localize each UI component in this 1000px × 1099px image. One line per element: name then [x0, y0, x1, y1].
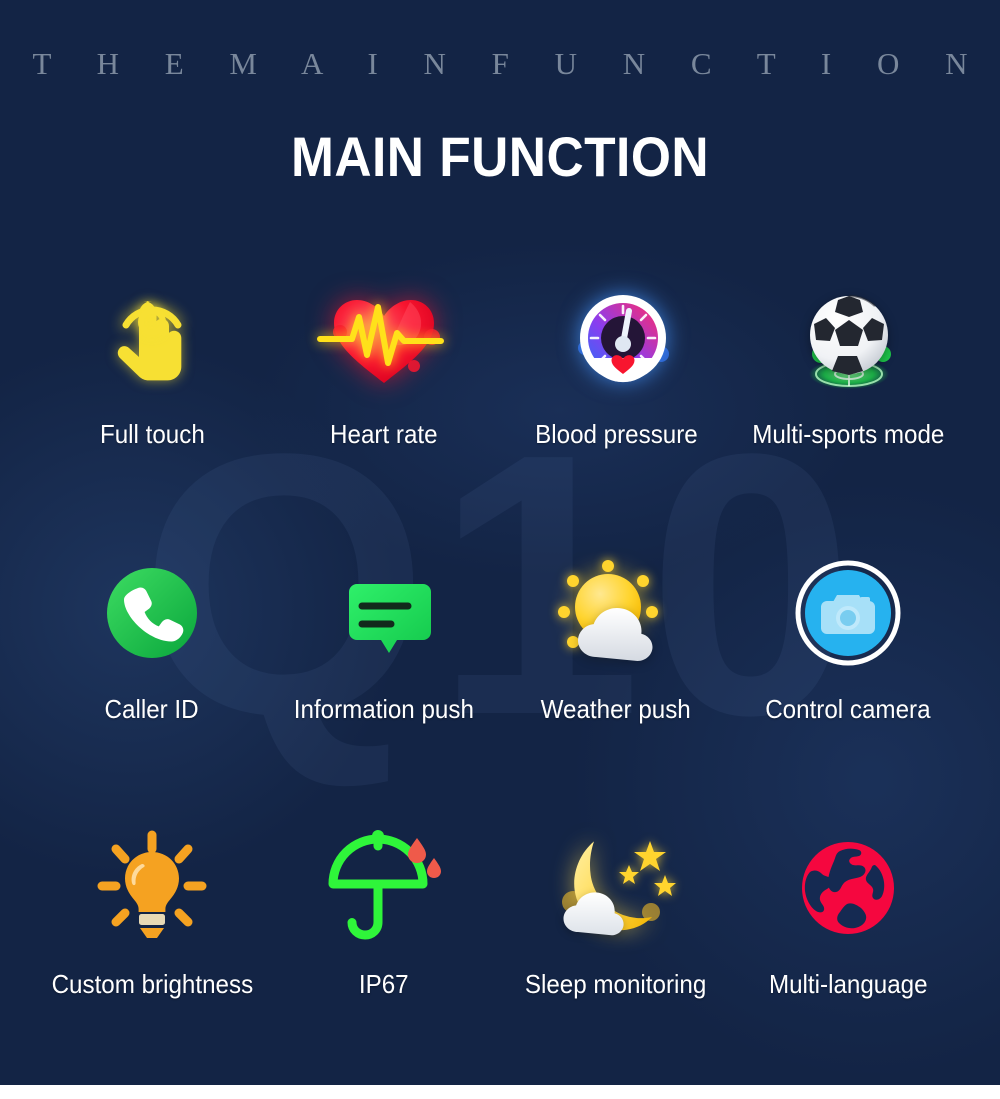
feature-label: Heart rate: [330, 419, 438, 449]
pressure-gauge-icon: [549, 263, 684, 413]
soccer-ball-icon: [781, 263, 916, 413]
feature-label: Caller ID: [104, 694, 200, 724]
feature-label: Full touch: [99, 419, 205, 449]
phone-call-icon: [97, 538, 207, 688]
page-header: T H E M A I N F U N C T I O N MAIN FUNCT…: [0, 0, 1000, 189]
light-bulb-icon: [92, 813, 212, 963]
feature-label: Sleep monitoring: [525, 969, 707, 999]
feature-item-full-touch[interactable]: Full touch: [36, 263, 268, 538]
feature-item-control-camera[interactable]: Control camera: [732, 538, 964, 813]
feature-item-heart-rate[interactable]: Heart rate: [268, 263, 500, 538]
eyebrow-title: T H E M A I N F U N C T I O N: [32, 46, 987, 81]
feature-label: Control camera: [765, 694, 931, 724]
message-bubble-icon: [329, 538, 439, 688]
moon-stars-icon: [546, 813, 686, 963]
feature-label: Blood pressure: [534, 419, 698, 449]
feature-page: Q10 T H E M A I N F U N C T I O N MAIN F…: [0, 0, 1000, 1092]
feature-item-ip67[interactable]: IP67: [268, 813, 500, 1088]
feature-item-caller-id[interactable]: Caller ID: [36, 538, 268, 813]
feature-label: Multi-sports mode: [751, 419, 945, 449]
globe-icon: [792, 813, 904, 963]
feature-item-weather-push[interactable]: Weather push: [500, 538, 732, 813]
camera-icon: [792, 538, 904, 688]
page-title: MAIN FUNCTION: [290, 125, 710, 188]
feature-item-blood-pressure[interactable]: Blood pressure: [500, 263, 732, 538]
feature-item-multi-language[interactable]: Multi-language: [732, 813, 964, 1088]
feature-label: IP67: [359, 969, 409, 999]
feature-label: Weather push: [540, 694, 692, 724]
sun-cloud-icon: [551, 538, 681, 688]
feature-label: Information push: [293, 694, 475, 724]
heart-pulse-icon: [312, 263, 457, 413]
feature-item-multi-sports[interactable]: Multi-sports mode: [732, 263, 964, 538]
feature-item-sleep-monitoring[interactable]: Sleep monitoring: [500, 813, 732, 1088]
umbrella-water-icon: [321, 813, 447, 963]
feature-grid: Full touch Heart rate Blood pressure Mul…: [0, 263, 1000, 1088]
feature-item-custom-brightness[interactable]: Custom brightness: [36, 813, 268, 1088]
feature-item-information-push[interactable]: Information push: [268, 538, 500, 813]
feature-label: Custom brightness: [51, 969, 253, 999]
feature-label: Multi-language: [768, 969, 928, 999]
touch-hand-icon: [92, 263, 212, 413]
